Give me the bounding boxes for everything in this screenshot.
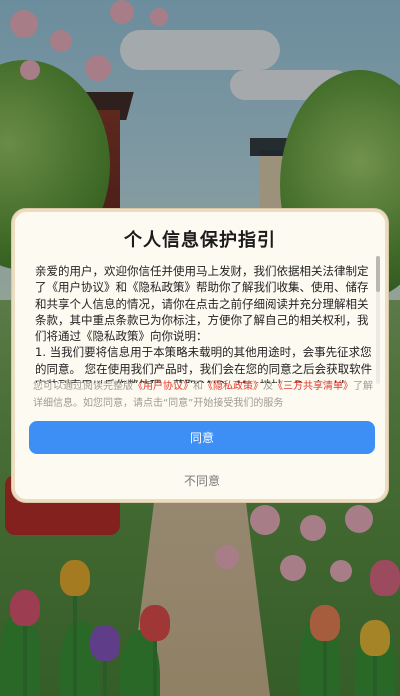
user-agreement-link[interactable]: 《用户协议》 <box>133 381 193 392</box>
notice-and: 和 <box>193 381 203 392</box>
notice-prefix: 您可以通过阅读完整版 <box>33 381 133 392</box>
scrollbar-thumb[interactable] <box>376 256 380 292</box>
scrollbar[interactable] <box>376 256 380 384</box>
dialog-body-scroll[interactable]: 亲爱的用户，欢迎你信任并使用马上发财，我们依据相关法律制定了《用户协议》和《隐私… <box>35 263 375 383</box>
disagree-button[interactable]: 不同意 <box>29 468 375 492</box>
third-party-list-link[interactable]: 《三方共享清单》 <box>273 381 353 392</box>
agree-button[interactable]: 同意 <box>29 421 375 454</box>
privacy-dialog: 个人信息保护指引 亲爱的用户，欢迎你信任并使用马上发财，我们依据相关法律制定了《… <box>12 209 388 502</box>
consent-notice: 您可以通过阅读完整版《用户协议》和《隐私政策》及《三方共享清单》了解详细信息。如… <box>33 378 375 412</box>
dialog-title: 个人信息保护指引 <box>124 230 276 251</box>
privacy-policy-link[interactable]: 《隐私政策》 <box>203 381 263 392</box>
notice-and-2: 及 <box>263 381 273 392</box>
dialog-paragraph-intro: 亲爱的用户，欢迎你信任并使用马上发财，我们依据相关法律制定了《用户协议》和《隐私… <box>35 264 369 344</box>
